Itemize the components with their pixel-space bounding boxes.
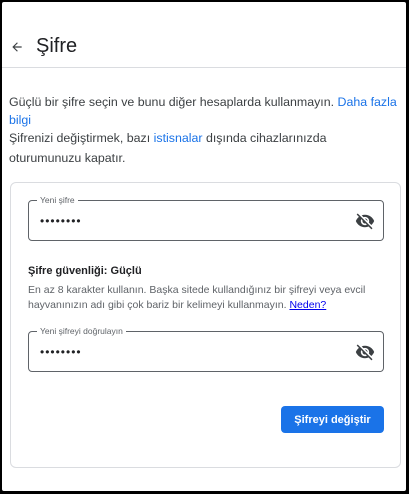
back-arrow-icon[interactable] [8,38,26,56]
password-form-card: Yeni şifre •••••••• Şifre güvenliği: Güç… [10,182,401,468]
page: Şifre Güçlü bir şifre seçin ve bunu diğe… [2,2,406,491]
new-password-field[interactable]: Yeni şifre •••••••• [28,194,384,241]
exceptions-link[interactable]: istisnalar [154,131,203,145]
why-link[interactable]: Neden? [289,299,326,311]
intro-sentence: Güçlü bir şifre seçin ve bunu diğer hesa… [9,95,338,109]
sign-out-note: Şifrenizi değiştirmek, bazı istisnalar d… [9,128,392,168]
confirm-password-label: Yeni şifreyi doğrulayın [37,325,126,337]
visibility-off-icon[interactable] [355,342,375,362]
confirm-password-value[interactable]: •••••••• [40,345,82,359]
intro-text: Güçlü bir şifre seçin ve bunu diğer hesa… [9,93,398,129]
password-strength-hint: En az 8 karakter kullanın. Başka sitede … [28,283,368,313]
confirm-password-field[interactable]: Yeni şifreyi doğrulayın •••••••• [28,325,384,372]
password-strength-title: Şifre güvenliği: Güçlü [28,265,142,277]
page-title: Şifre [36,35,78,57]
visibility-off-icon[interactable] [355,211,375,231]
new-password-label: Yeni şifre [37,194,78,206]
change-password-button[interactable]: Şifreyi değiştir [281,406,384,433]
note-text-before: Şifrenizi değiştirmek, bazı [9,131,154,145]
header: Şifre [2,2,406,68]
new-password-value[interactable]: •••••••• [40,214,82,228]
